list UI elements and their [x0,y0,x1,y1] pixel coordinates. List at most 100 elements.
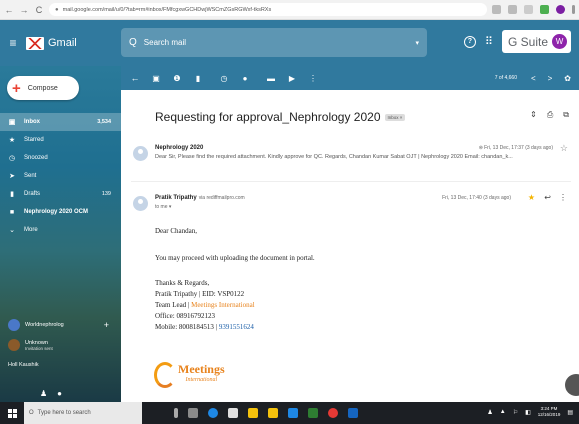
chrome-icon[interactable] [328,408,338,418]
hangout-contact[interactable]: Worldnephrolog + [0,316,121,334]
signature-office: Office: 08916792123 [155,312,215,320]
search-options-icon[interactable]: ▾ [415,39,419,47]
file-explorer-icon[interactable] [248,408,258,418]
word-icon[interactable] [348,408,358,418]
inbox-label-chip[interactable]: Inbox × [384,113,406,121]
older-icon[interactable]: > [548,74,553,83]
sidebar-item-drafts[interactable]: ▮ Drafts 139 [0,185,121,203]
system-tray: ♟ ▲ ⚐ ◧ 3:24 PM 12/16/2019 ▤ [487,406,573,418]
new-chat-plus-icon[interactable]: + [104,320,109,330]
bookmark-star-icon[interactable] [524,5,533,14]
labels-icon[interactable]: ▶ [288,74,296,83]
inbox-icon: ▣ [8,119,16,126]
sidebar-item-snoozed[interactable]: ◷ Snoozed [0,149,121,167]
gsuite-label: G Suite [507,34,548,49]
move-to-icon[interactable]: ▬ [267,74,275,83]
more-options-icon[interactable]: ⋮ [309,74,317,83]
gmail-logo[interactable]: Gmail [26,36,118,50]
extension-icons [492,5,575,14]
search-icon[interactable]: Q [129,37,137,48]
subject-row: Requesting for approval_Nephrology 2020 … [155,110,406,124]
gsuite-account-button[interactable]: G Suite W [501,30,571,53]
windows-start-icon[interactable] [0,408,24,418]
logo-text: Meetings [178,362,225,376]
help-icon[interactable]: ? [463,35,476,48]
reply-icon[interactable]: ↩ [544,193,551,202]
hangout-contact[interactable]: Unknown Invitation sent [0,334,121,356]
mobile-prefix: Mobile: 8008184513 | [155,323,219,331]
hangout-name: Unknown [25,339,48,346]
clock-icon: ◷ [8,155,16,162]
folder-icon[interactable] [268,408,278,418]
person-icon[interactable]: ♟ [40,389,47,398]
zoom-icon[interactable] [508,5,517,14]
tray-chevron-up-icon[interactable]: ▲ [500,409,506,415]
sidebar-nav: ▣ Inbox 3,534 ★ Starred ◷ Snoozed ➤ Sent… [0,113,121,239]
sender-email: via rediffmailpro.com [198,195,245,201]
print-icon[interactable]: ⎙ [547,110,553,120]
sidebar-item-nephrology-label[interactable]: ■ Nephrology 2020 OCM [0,203,121,221]
search-input[interactable] [143,38,409,47]
star-icon[interactable]: ☆ [560,143,568,154]
main-menu-icon[interactable]: ≡ [0,36,26,50]
recipient-details-toggle[interactable]: to me ▾ [155,204,171,210]
more-vert-icon[interactable]: ⋮ [559,193,567,202]
microphone-icon[interactable] [174,408,178,418]
body-line: You may proceed with uploading the docum… [155,254,315,262]
hangouts-list: Worldnephrolog + Unknown Invitation sent… [0,316,121,374]
sidebar-item-sent[interactable]: ➤ Sent [0,167,121,185]
key-icon[interactable] [492,5,501,14]
snooze-icon[interactable]: ◷ [220,74,228,83]
draft-icon: ▮ [10,191,14,198]
tray-network-icon[interactable]: ⚐ [513,409,518,416]
newer-icon[interactable]: < [531,74,536,83]
avatar [8,319,20,331]
excel-icon[interactable] [308,408,318,418]
logo-wordmark: Meetings International [178,362,225,386]
location-icon[interactable]: ● [57,389,62,398]
taskbar-clock[interactable]: 3:24 PM 12/16/2019 [538,406,561,418]
gmail-logo-text: Gmail [48,37,77,49]
browser-menu-icon[interactable] [572,5,575,14]
store-icon[interactable] [228,408,238,418]
settings-gear-icon[interactable]: ✿ [564,74,571,83]
pagination-text: 7 of 4,660 [494,75,517,81]
phone-link[interactable]: 9391551624 [219,323,254,331]
delete-icon[interactable]: ▮ [194,74,202,83]
collapsed-message[interactable]: Nephrology 2020 Dear Sir, Please find th… [131,142,571,182]
forward-icon[interactable]: → [19,5,29,15]
compose-button[interactable]: + Compose [7,76,79,100]
sidebar-item-starred[interactable]: ★ Starred [0,131,121,149]
edge-icon[interactable] [208,408,218,418]
sidebar-item-inbox[interactable]: ▣ Inbox 3,534 [0,113,121,131]
report-spam-icon[interactable]: ❶ [173,74,181,83]
open-new-window-icon[interactable]: ⧉ [563,110,569,120]
add-task-icon[interactable]: ● [241,74,249,83]
taskbar-search[interactable]: O Type here to search [24,402,142,424]
taskbar-search-placeholder: Type here to search [37,410,91,416]
apps-grid-icon[interactable]: ⠿ [485,35,493,48]
address-bar[interactable]: ● mail.google.com/mail/u/0/?tab=rm#inbox… [49,3,487,16]
sidebar-item-more[interactable]: ⌄ More [0,221,121,239]
tray-battery-icon[interactable]: ◧ [525,409,531,416]
archive-icon[interactable]: ▣ [152,74,160,83]
reload-icon[interactable]: C [34,5,44,15]
mail-icon[interactable] [288,408,298,418]
taskbar-apps [174,408,358,418]
avatar: W [552,34,567,49]
hangout-contact[interactable]: Holl Kaushik [0,356,121,374]
tray-person-icon[interactable]: ♟ [487,409,492,416]
star-icon[interactable]: ★ [528,193,535,202]
expand-all-icon[interactable]: ⇕ [530,110,537,120]
extension-icon[interactable] [540,5,549,14]
back-icon[interactable]: ← [4,5,14,15]
search-icon: O [29,410,34,416]
notifications-icon[interactable]: ▤ [567,409,573,416]
back-to-inbox-icon[interactable]: ← [131,73,140,83]
profile-icon[interactable] [556,5,565,14]
floating-scroll-button[interactable] [565,374,579,396]
message-date: Fri, 13 Dec, 17:37 (3 days ago) [484,145,553,151]
signature-name: Pratik Tripathy | EID: VSP0122 [155,290,245,298]
task-view-icon[interactable] [188,408,198,418]
star-icon: ★ [8,137,16,144]
